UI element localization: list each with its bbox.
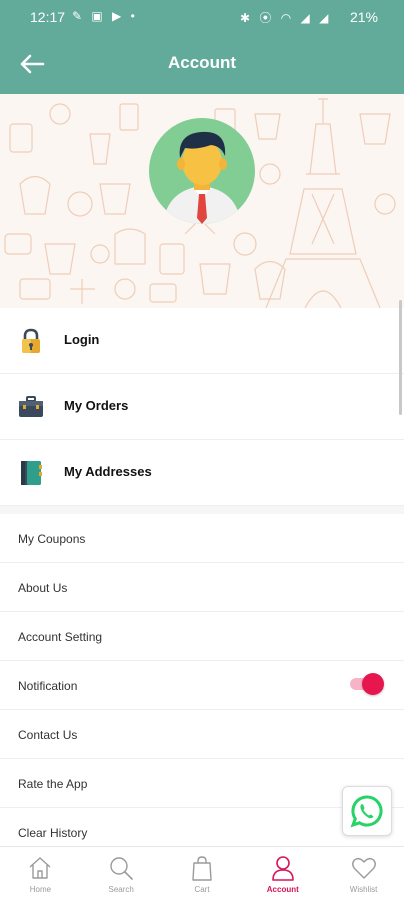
nav-label: Cart (194, 885, 210, 894)
notification-toggle[interactable] (348, 672, 384, 696)
bottom-navigation: Home Search Cart Account Wishlist (0, 846, 404, 900)
notification-icons: ✎ ▣ ▶ • (72, 9, 138, 23)
menu-item-notification: Notification (0, 661, 404, 710)
user-icon (271, 856, 294, 881)
user-avatar-icon (163, 131, 241, 224)
battery-level: 21% (349, 9, 378, 25)
app-bar: Account (0, 34, 404, 94)
account-menu: Login My Orders My Addresses My Coupons … (0, 308, 404, 857)
menu-item-label: Contact Us (18, 728, 78, 742)
nav-label: Search (108, 885, 134, 894)
menu-item-label: My Coupons (18, 532, 86, 546)
nav-cart[interactable]: Cart (162, 847, 243, 900)
menu-item-label: Rate the App (18, 777, 88, 791)
nav-account[interactable]: Account (242, 847, 323, 900)
page-title: Account (168, 53, 236, 72)
system-icons: ✱ ⦿ ◠ ◢ ◢ (240, 11, 332, 25)
menu-item-contact-us[interactable]: Contact Us (0, 710, 404, 759)
nav-search[interactable]: Search (81, 847, 162, 900)
section-divider (0, 506, 404, 514)
menu-item-account-setting[interactable]: Account Setting (0, 612, 404, 661)
menu-item-my-addresses[interactable]: My Addresses (0, 440, 404, 506)
shopping-bag-icon (192, 856, 212, 881)
whatsapp-icon (350, 795, 383, 828)
whatsapp-button[interactable] (342, 786, 392, 836)
menu-item-label: My Addresses (64, 464, 152, 479)
toggle-knob (362, 673, 384, 695)
nav-label: Wishlist (349, 885, 378, 894)
briefcase-icon (19, 396, 43, 417)
search-icon (110, 857, 133, 880)
scrollbar[interactable] (399, 300, 402, 415)
status-time: 12:17 (30, 9, 66, 25)
menu-item-label: Clear History (18, 826, 88, 840)
address-book-icon (21, 461, 42, 485)
menu-item-label: About Us (18, 581, 68, 595)
status-bar: 12:17 ✎ ▣ ▶ • ✱ ⦿ ◠ ◢ ◢ 21% (0, 0, 404, 34)
lock-icon (22, 328, 40, 353)
menu-item-about-us[interactable]: About Us (0, 563, 404, 612)
profile-banner (0, 94, 404, 308)
menu-item-my-orders[interactable]: My Orders (0, 374, 404, 440)
nav-wishlist[interactable]: Wishlist (323, 847, 404, 900)
nav-label: Home (29, 885, 52, 894)
menu-item-login[interactable]: Login (0, 308, 404, 374)
home-icon (29, 857, 51, 879)
menu-item-label: My Orders (64, 398, 129, 413)
nav-label: Account (266, 885, 299, 894)
menu-item-label: Login (64, 332, 100, 347)
heart-icon (351, 857, 376, 879)
menu-item-my-coupons[interactable]: My Coupons (0, 514, 404, 563)
nav-home[interactable]: Home (0, 847, 81, 900)
menu-item-label: Account Setting (18, 630, 103, 644)
avatar[interactable] (149, 118, 255, 224)
menu-item-label: Notification (18, 679, 78, 693)
